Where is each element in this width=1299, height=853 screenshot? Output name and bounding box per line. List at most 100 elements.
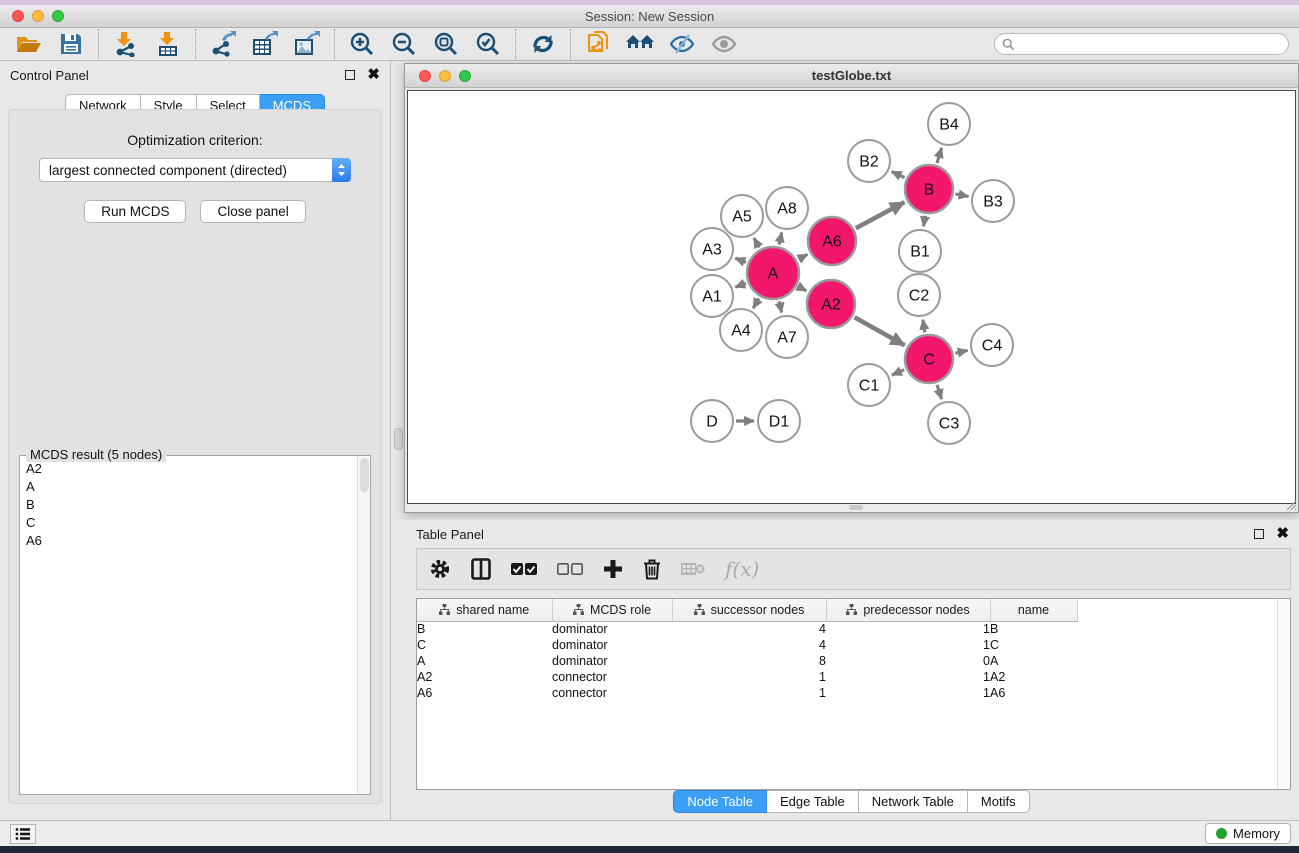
- node-B2[interactable]: B2: [848, 140, 890, 182]
- zoom-fit-icon[interactable]: [425, 29, 467, 59]
- node-D[interactable]: D: [691, 400, 733, 442]
- node-A6[interactable]: A6: [808, 217, 856, 265]
- close-table-panel-icon[interactable]: ✖: [1276, 529, 1289, 539]
- column-header-MCDS-role[interactable]: MCDS role: [552, 599, 672, 621]
- table-row[interactable]: Bdominator41B: [417, 621, 1077, 637]
- node-C4[interactable]: C4: [971, 324, 1013, 366]
- node-B[interactable]: B: [905, 165, 953, 213]
- edge-A-A8[interactable]: [779, 232, 782, 244]
- edge-A-A4[interactable]: [753, 298, 759, 308]
- edge-A-A3[interactable]: [735, 258, 746, 262]
- show-columns-icon[interactable]: [471, 558, 491, 580]
- column-header-shared-name[interactable]: shared name: [417, 599, 552, 621]
- zoom-out-icon[interactable]: [383, 29, 425, 59]
- table-cell[interactable]: 1: [826, 621, 990, 637]
- duplicate-network-icon[interactable]: [577, 29, 619, 59]
- table-cell[interactable]: connector: [552, 685, 672, 701]
- node-C1[interactable]: C1: [848, 364, 890, 406]
- table-row[interactable]: Adominator80A: [417, 653, 1077, 669]
- edge-A2-C[interactable]: [855, 317, 905, 345]
- table-cell[interactable]: dominator: [552, 653, 672, 669]
- table-cell[interactable]: B: [990, 621, 1077, 637]
- export-table-icon[interactable]: [244, 29, 286, 59]
- table-options-gear-icon[interactable]: [429, 558, 451, 580]
- float-panel-icon[interactable]: [345, 70, 355, 80]
- edge-A-A5[interactable]: [754, 238, 759, 248]
- table-cell[interactable]: A2: [417, 669, 552, 685]
- node-A4[interactable]: A4: [720, 309, 762, 351]
- edge-A-A6[interactable]: [798, 254, 807, 259]
- table-cell[interactable]: 4: [672, 637, 826, 653]
- node-B4[interactable]: B4: [928, 103, 970, 145]
- table-cell[interactable]: C: [417, 637, 552, 653]
- table-cell[interactable]: connector: [552, 669, 672, 685]
- column-header-name[interactable]: name: [990, 599, 1077, 621]
- node-A3[interactable]: A3: [691, 228, 733, 270]
- table-cell[interactable]: 4: [672, 621, 826, 637]
- edge-C-C2[interactable]: [923, 320, 925, 333]
- select-all-icon[interactable]: [511, 562, 537, 576]
- table-cell[interactable]: dominator: [552, 621, 672, 637]
- table-row[interactable]: A6connector11A6: [417, 685, 1077, 701]
- close-panel-button[interactable]: Close panel: [200, 200, 305, 223]
- import-network-icon[interactable]: [105, 29, 147, 59]
- hide-graphics-icon[interactable]: [661, 29, 703, 59]
- table-cell[interactable]: A2: [990, 669, 1077, 685]
- node-C[interactable]: C: [905, 335, 953, 383]
- desktop-pane-scrollbar-thumb[interactable]: [394, 428, 403, 450]
- table-cell[interactable]: dominator: [552, 637, 672, 653]
- tab-motifs[interactable]: Motifs: [968, 790, 1030, 813]
- edge-B-B2[interactable]: [892, 172, 905, 178]
- edge-A-A2[interactable]: [799, 287, 807, 291]
- edge-B-B4[interactable]: [937, 148, 942, 163]
- list-item[interactable]: A6: [20, 531, 356, 549]
- search-input[interactable]: [1020, 37, 1288, 51]
- refresh-layout-icon[interactable]: [522, 29, 564, 59]
- node-A7[interactable]: A7: [766, 316, 808, 358]
- table-cell[interactable]: 1: [826, 637, 990, 653]
- edge-B-B1[interactable]: [924, 216, 926, 227]
- node-A5[interactable]: A5: [721, 195, 763, 237]
- network-hscrollbar[interactable]: [407, 504, 1296, 511]
- zoom-selected-icon[interactable]: [467, 29, 509, 59]
- tab-edge-table[interactable]: Edge Table: [767, 790, 859, 813]
- table-row[interactable]: A2connector11A2: [417, 669, 1077, 685]
- node-A8[interactable]: A8: [766, 187, 808, 229]
- delete-row-trash-icon[interactable]: [643, 558, 661, 580]
- result-scrollbar[interactable]: [357, 456, 370, 794]
- edge-C-C3[interactable]: [937, 385, 941, 399]
- home-icon[interactable]: [619, 29, 661, 59]
- node-table[interactable]: shared nameMCDS rolesuccessor nodesprede…: [416, 598, 1291, 790]
- tab-node-table[interactable]: Node Table: [673, 790, 767, 813]
- table-cell[interactable]: 1: [826, 685, 990, 701]
- node-A2[interactable]: A2: [807, 280, 855, 328]
- list-item[interactable]: C: [20, 513, 356, 531]
- table-row[interactable]: Cdominator41C: [417, 637, 1077, 653]
- edge-A-A1[interactable]: [735, 283, 745, 287]
- resize-grip-icon[interactable]: [1285, 499, 1297, 511]
- column-header-successor-nodes[interactable]: successor nodes: [672, 599, 826, 621]
- column-header-predecessor-nodes[interactable]: predecessor nodes: [826, 599, 990, 621]
- table-cell[interactable]: 1: [826, 669, 990, 685]
- table-cell[interactable]: A: [417, 653, 552, 669]
- close-panel-icon[interactable]: ✖: [367, 70, 380, 80]
- edge-C-C1[interactable]: [892, 370, 904, 375]
- list-item[interactable]: A: [20, 477, 356, 495]
- criterion-select[interactable]: largest connected component (directed): [39, 158, 351, 182]
- float-table-panel-icon[interactable]: [1254, 529, 1264, 539]
- edge-A-A7[interactable]: [779, 301, 781, 312]
- save-session-icon[interactable]: [50, 29, 92, 59]
- node-C2[interactable]: C2: [898, 274, 940, 316]
- export-network-icon[interactable]: [202, 29, 244, 59]
- network-graph[interactable]: AA1A2A3A4A5A6A7A8BB1B2B3B4CC1C2C3C4DD1: [408, 91, 1297, 503]
- deselect-all-icon[interactable]: [557, 562, 583, 576]
- delete-table-icon[interactable]: [681, 561, 705, 577]
- table-cell[interactable]: A6: [990, 685, 1077, 701]
- run-mcds-button[interactable]: Run MCDS: [84, 200, 186, 223]
- mcds-result-list[interactable]: A2ABCA6: [20, 459, 356, 794]
- list-item[interactable]: A2: [20, 459, 356, 477]
- node-D1[interactable]: D1: [758, 400, 800, 442]
- list-item[interactable]: B: [20, 495, 356, 513]
- table-cell[interactable]: A: [990, 653, 1077, 669]
- network-canvas[interactable]: AA1A2A3A4A5A6A7A8BB1B2B3B4CC1C2C3C4DD1: [407, 90, 1296, 504]
